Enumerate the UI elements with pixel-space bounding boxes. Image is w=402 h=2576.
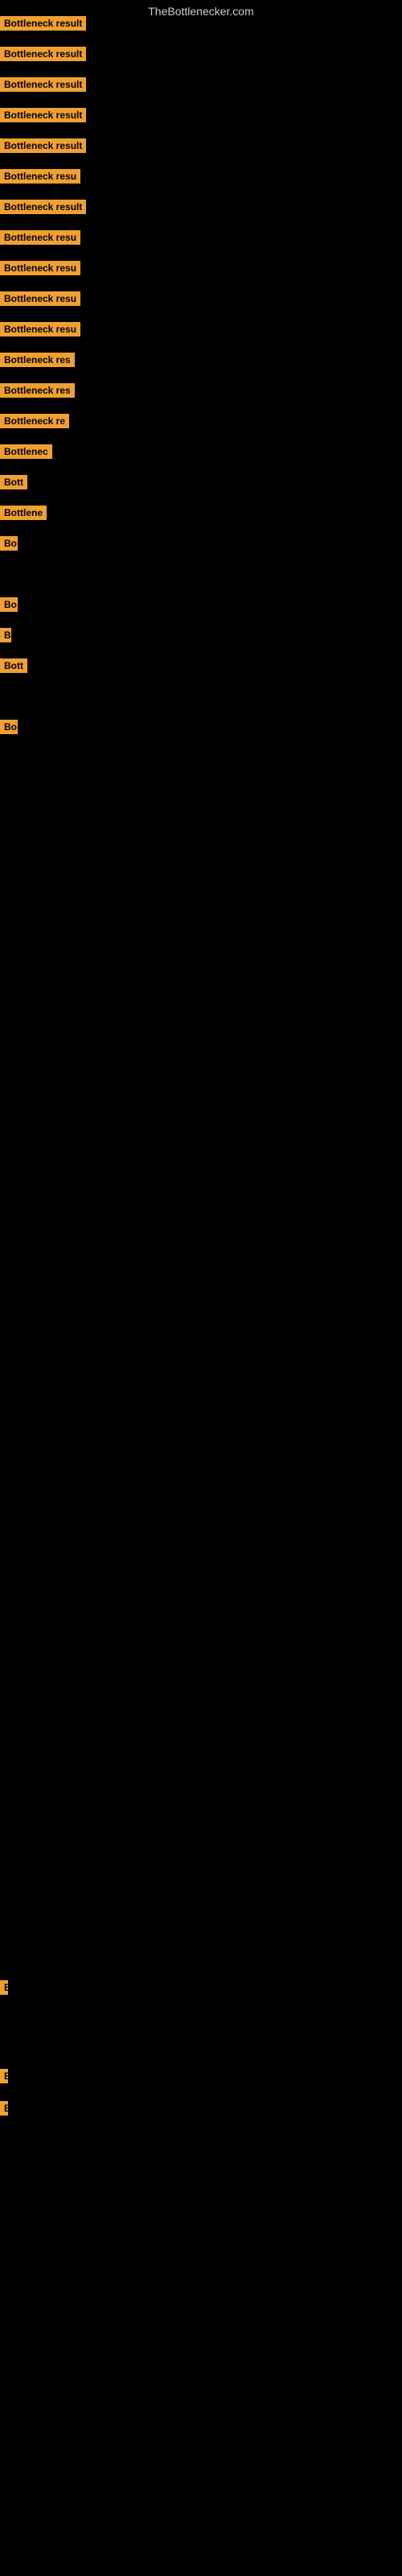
bottleneck-result-label: Bott <box>0 658 27 673</box>
bottleneck-result-label: Bottlene <box>0 506 47 520</box>
bottleneck-result-label: Bottlenec <box>0 444 52 459</box>
bottleneck-result-label: Bottleneck result <box>0 138 86 153</box>
bottleneck-result-label: Bo <box>0 720 18 734</box>
bottleneck-result-label: Bottleneck resu <box>0 230 80 245</box>
bottleneck-result-label: Bo <box>0 536 18 551</box>
bottleneck-result-label: Bott <box>0 475 27 489</box>
bottleneck-result-label: Bottleneck result <box>0 200 86 214</box>
bottleneck-result-label: Bottleneck resu <box>0 169 80 184</box>
bottleneck-result-label: Bottleneck res <box>0 383 75 398</box>
bottleneck-result-label: Bottleneck res <box>0 353 75 367</box>
bottleneck-result-label: Bottleneck result <box>0 16 86 31</box>
bottleneck-result-label: Bo <box>0 597 18 612</box>
bottleneck-result-label: Bottleneck result <box>0 108 86 122</box>
bottleneck-result-label: B <box>0 2101 8 2116</box>
bottleneck-result-label: B <box>0 1980 8 1995</box>
bottleneck-result-label: Bottleneck re <box>0 414 69 428</box>
bottleneck-result-label: Bottleneck result <box>0 47 86 61</box>
bottleneck-result-label: Bottleneck resu <box>0 322 80 336</box>
bottleneck-result-label: B <box>0 628 11 642</box>
bottleneck-result-label: B <box>0 2069 8 2083</box>
bottleneck-result-label: Bottleneck resu <box>0 261 80 275</box>
bottleneck-result-label: Bottleneck resu <box>0 291 80 306</box>
bottleneck-result-label: Bottleneck result <box>0 77 86 92</box>
